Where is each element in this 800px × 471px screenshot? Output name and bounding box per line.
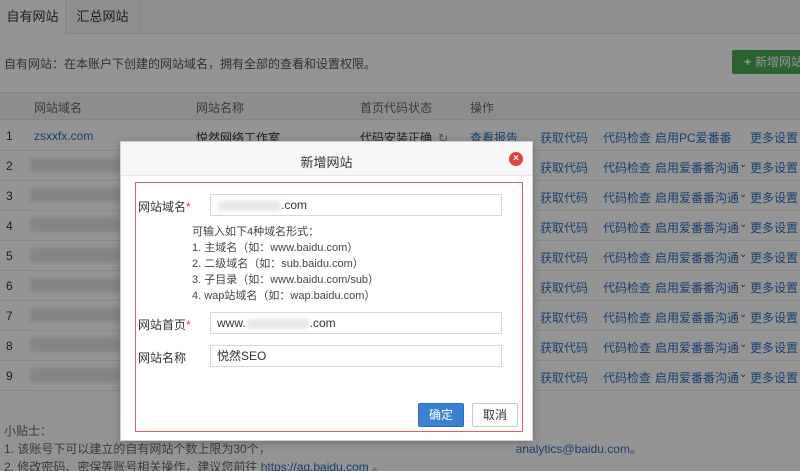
- domain-input[interactable]: .com: [210, 194, 502, 216]
- domain-hint: 1. 主域名（如：www.baidu.com）: [192, 242, 359, 254]
- modal-title: 新增网站: [300, 155, 353, 170]
- domain-label-text: 网站域名: [138, 200, 187, 214]
- homepage-input[interactable]: www. .com: [210, 312, 502, 334]
- cancel-button[interactable]: 取消: [472, 403, 518, 427]
- domain-hint: 2. 二级域名（如：sub.baidu.com）: [192, 258, 364, 270]
- close-icon[interactable]: ×: [509, 152, 523, 166]
- required-mark: *: [186, 318, 191, 332]
- form-frame: 网站域名* .com 可输入如下4种域名形式： 1. 主域名（如：www.bai…: [135, 182, 523, 432]
- site-name-label: 网站名称: [138, 351, 187, 365]
- domain-hint: 可输入如下4种域名形式：: [192, 226, 320, 238]
- modal-header: 新增网站 ×: [121, 142, 532, 176]
- homepage-label-text: 网站首页: [138, 318, 187, 332]
- homepage-label: 网站首页*: [138, 316, 191, 333]
- masked-text: [246, 318, 309, 329]
- add-site-modal: 新增网站 × 网站域名* .com 可输入如下4种域名形式： 1. 主域名（如：…: [120, 141, 533, 441]
- site-name-input[interactable]: 悦然SEO: [210, 345, 502, 367]
- homepage-input-prefix: www.: [217, 316, 246, 330]
- required-mark: *: [186, 200, 191, 214]
- confirm-button[interactable]: 确定: [418, 403, 464, 427]
- homepage-input-suffix: .com: [309, 316, 336, 330]
- masked-text: [218, 200, 280, 211]
- domain-hint: 4. wap站域名（如：wap.baidu.com）: [192, 290, 376, 302]
- domain-hint: 3. 子目录（如：www.baidu.com/sub）: [192, 274, 380, 286]
- domain-input-value: .com: [281, 198, 308, 212]
- domain-label: 网站域名*: [138, 198, 191, 215]
